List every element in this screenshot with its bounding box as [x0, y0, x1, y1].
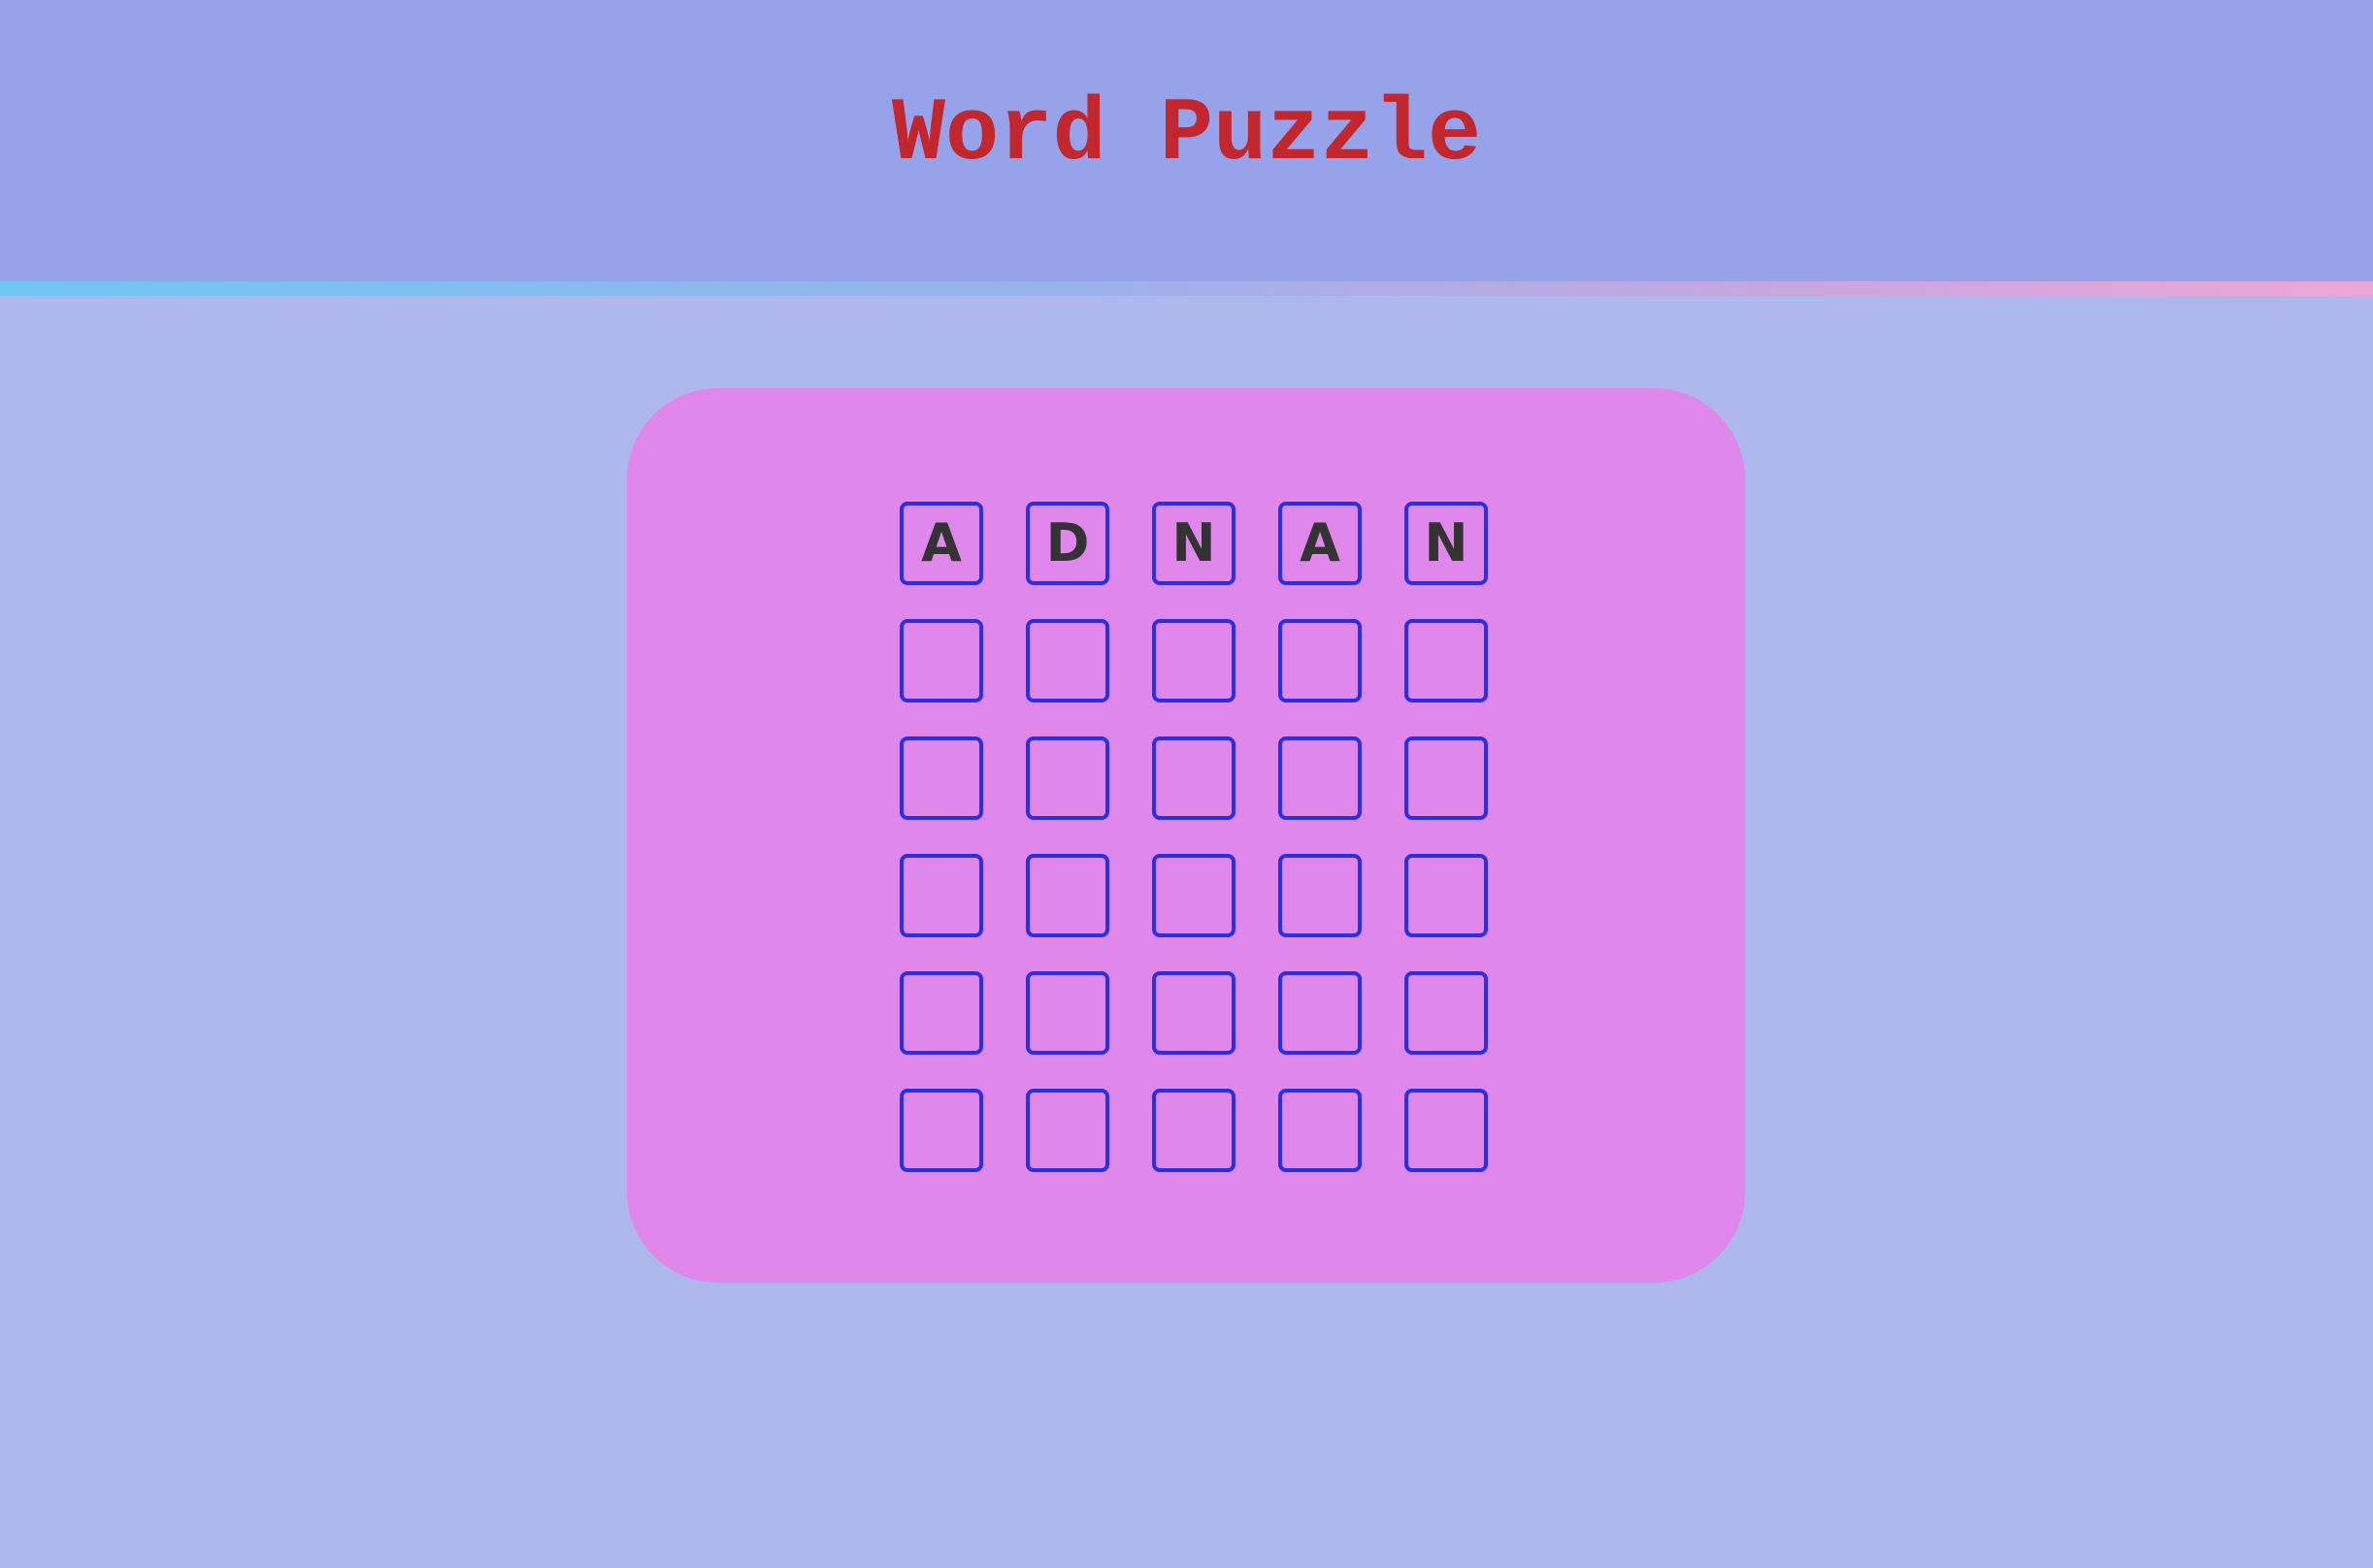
letter-tile[interactable] [1278, 736, 1362, 820]
letter-tile[interactable] [1404, 971, 1488, 1055]
letter-grid: ADNAN [900, 502, 1488, 1172]
page-title: Word Puzzle [891, 83, 1482, 185]
app-header: Word Puzzle [0, 0, 2373, 281]
letter-tile[interactable] [1404, 619, 1488, 702]
letter-tile[interactable] [1026, 854, 1109, 937]
letter-tile[interactable] [1152, 736, 1236, 820]
letter-tile[interactable] [1278, 619, 1362, 702]
letter-tile[interactable]: N [1404, 502, 1488, 585]
letter-tile[interactable] [1026, 619, 1109, 702]
letter-tile[interactable]: A [1278, 502, 1362, 585]
letter-tile[interactable] [1152, 854, 1236, 937]
letter-tile[interactable] [1404, 736, 1488, 820]
letter-tile[interactable]: D [1026, 502, 1109, 585]
letter-tile[interactable] [900, 854, 983, 937]
letter-tile[interactable] [1026, 971, 1109, 1055]
letter-tile[interactable] [1152, 971, 1236, 1055]
letter-tile[interactable] [1152, 1089, 1236, 1172]
letter-tile[interactable] [1278, 971, 1362, 1055]
letter-tile[interactable] [900, 736, 983, 820]
letter-tile[interactable] [900, 971, 983, 1055]
game-board: ADNAN [627, 388, 1745, 1283]
letter-tile[interactable] [1404, 1089, 1488, 1172]
letter-tile[interactable] [1278, 1089, 1362, 1172]
letter-tile[interactable] [1152, 619, 1236, 702]
letter-tile[interactable]: N [1152, 502, 1236, 585]
letter-tile[interactable] [1404, 854, 1488, 937]
letter-tile[interactable]: A [900, 502, 983, 585]
letter-tile[interactable] [1278, 854, 1362, 937]
letter-tile[interactable] [900, 619, 983, 702]
letter-tile[interactable] [900, 1089, 983, 1172]
header-accent-bar [0, 281, 2373, 296]
letter-tile[interactable] [1026, 1089, 1109, 1172]
letter-tile[interactable] [1026, 736, 1109, 820]
